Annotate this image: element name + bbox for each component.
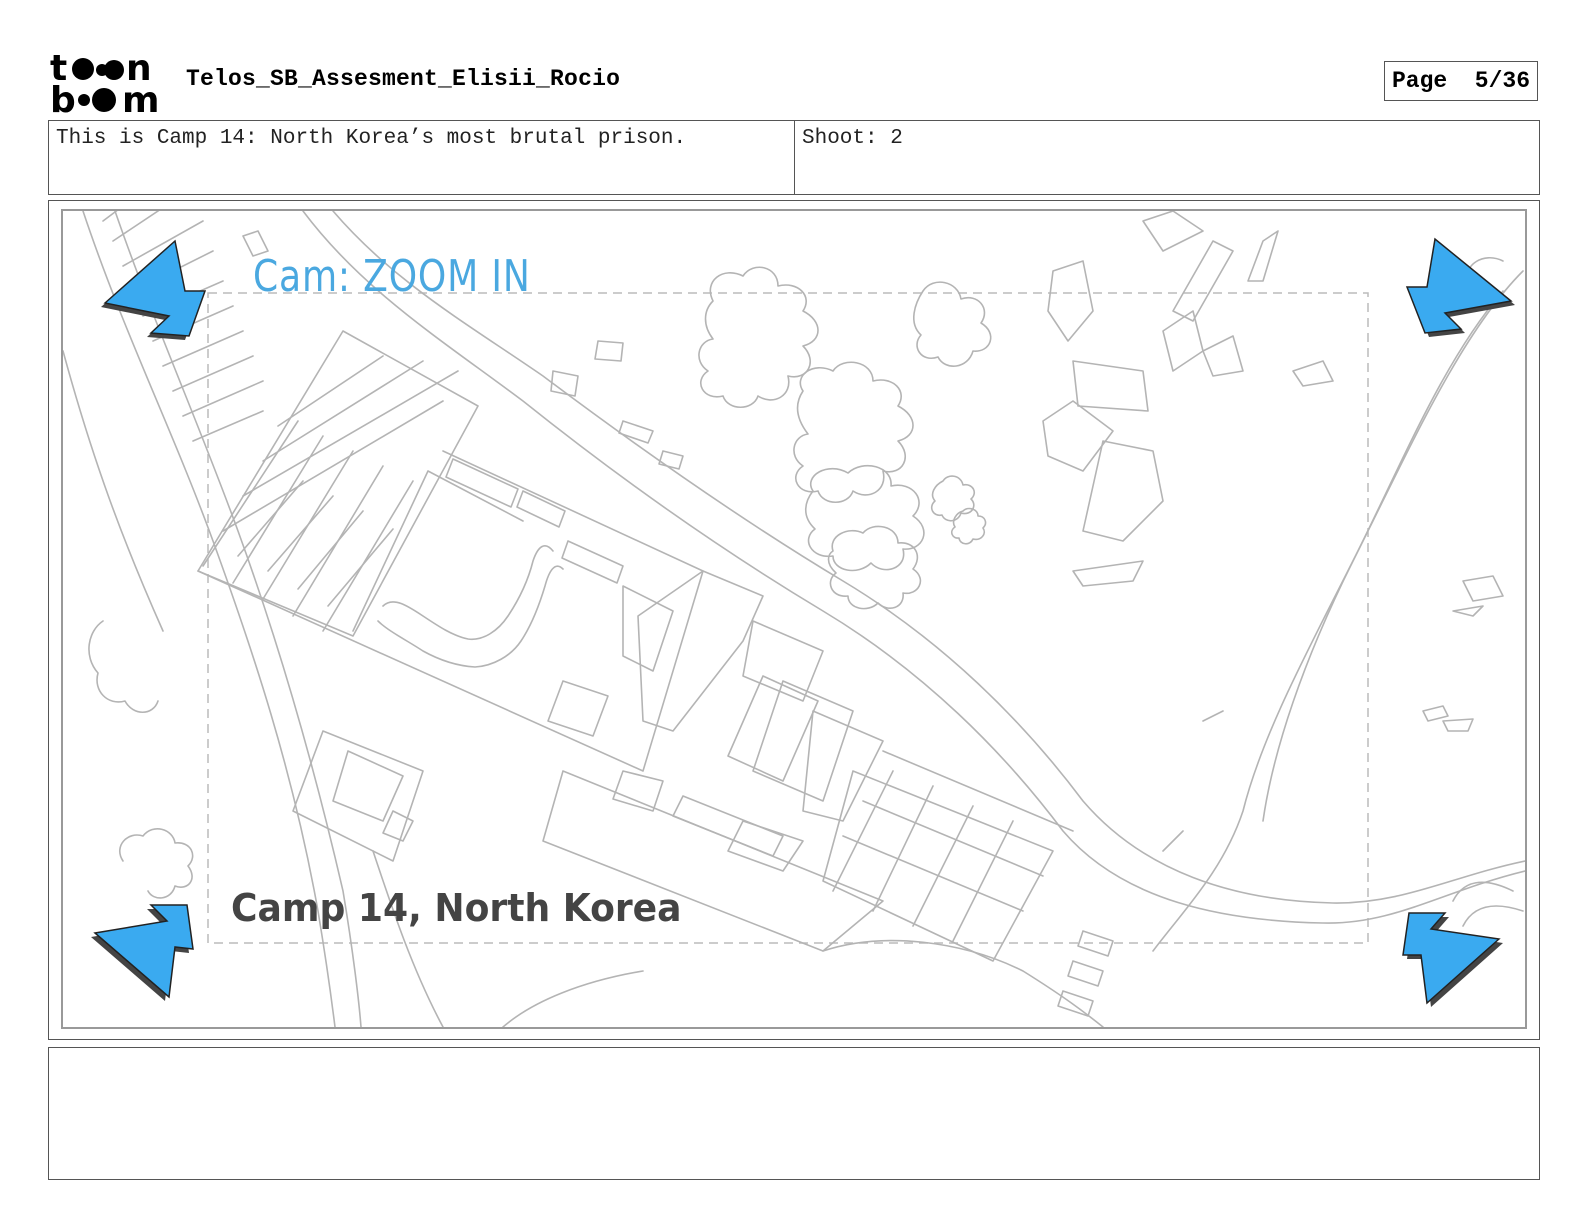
camera-frame <box>207 292 1369 944</box>
panel-info-row: This is Camp 14: North Korea’s most brut… <box>48 120 1540 195</box>
page-label: Page <box>1392 68 1448 94</box>
arrow-bottom-left-icon <box>91 904 194 1001</box>
svg-text:b: b <box>50 80 76 114</box>
project-title: Telos_SB_Assesment_Elisii_Rocio <box>186 66 621 92</box>
toonboom-logo: t b n m <box>50 50 160 114</box>
page-indicator: Page 5/36 <box>1384 61 1538 101</box>
arrow-bottom-right-icon <box>1402 912 1503 1007</box>
arrow-top-right-icon <box>1405 237 1515 337</box>
page-number: 5/36 <box>1474 68 1530 94</box>
panel-frame: Cam: ZOOM IN Camp 14, North Korea <box>61 209 1527 1029</box>
camera-note: Cam: ZOOM IN <box>253 251 531 302</box>
storyboard-panel[interactable]: Cam: ZOOM IN Camp 14, North Korea <box>48 200 1540 1040</box>
location-caption: Camp 14, North Korea <box>231 886 682 930</box>
dialogue-field[interactable]: This is Camp 14: North Korea’s most brut… <box>49 121 795 194</box>
shoot-field[interactable]: Shoot: 2 <box>795 121 1539 194</box>
arrow-top-left-icon <box>101 239 207 340</box>
svg-text:m: m <box>122 80 160 114</box>
action-notes-field[interactable] <box>48 1047 1540 1180</box>
